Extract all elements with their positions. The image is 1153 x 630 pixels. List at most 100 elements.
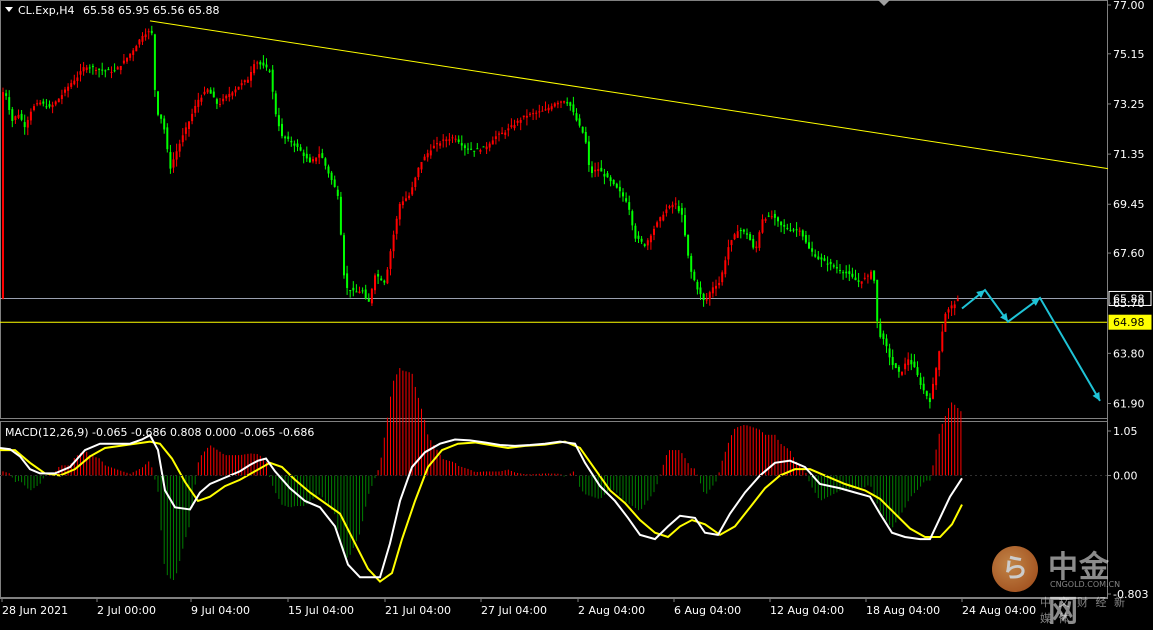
candle-body [119, 66, 122, 71]
candle-body [950, 305, 953, 309]
candle-body [98, 68, 101, 70]
candle-body [680, 208, 683, 215]
candle-body [671, 204, 674, 208]
candle-body [600, 167, 603, 172]
candle-body [820, 257, 823, 260]
candle-body [631, 211, 634, 226]
candle-body [637, 235, 640, 239]
candle-body [910, 360, 913, 365]
candle-body [225, 95, 228, 99]
candle-body [736, 231, 739, 238]
candle-body [591, 166, 593, 173]
candle-body [482, 146, 485, 148]
macd-histogram-layer [2, 368, 962, 580]
candle-body [510, 125, 513, 127]
candle-body [870, 271, 872, 279]
time-tick-label: 28 Jun 2021 [2, 604, 68, 617]
watermark-tagline: 中 文 财 经 新 媒 体 [1040, 596, 1127, 625]
candle-body [752, 238, 755, 248]
marked-level-tag-label: 64.98 [1113, 316, 1145, 329]
candle-body [8, 97, 11, 110]
candle-body [191, 113, 194, 122]
macd-lines-layer [0, 433, 963, 583]
candle-body [70, 83, 73, 87]
candle-body [702, 293, 705, 301]
candle-body [544, 109, 547, 111]
candle-body [516, 120, 519, 123]
candle-body [842, 272, 845, 274]
candle-body [708, 292, 711, 300]
time-tick-label: 9 Jul 04:00 [191, 604, 250, 617]
candle-body [944, 313, 947, 332]
price-tick-label: 75.15 [1113, 48, 1145, 61]
candle-body [253, 64, 256, 74]
candle-body [643, 244, 646, 246]
time-tick-label: 21 Jul 04:00 [385, 604, 451, 617]
candle-body [408, 195, 411, 199]
candle-body [780, 221, 783, 226]
candle-body [129, 53, 132, 58]
candle-body [581, 126, 584, 133]
candle-body [665, 209, 668, 214]
candle-body [742, 229, 745, 232]
candle-body [795, 229, 798, 231]
candle-body [823, 258, 826, 261]
projection-arrows-layer [961, 288, 1101, 402]
candle-body [364, 289, 367, 299]
candle-body [234, 89, 237, 93]
candle-body [777, 217, 779, 222]
candle-body [851, 273, 854, 277]
candle-body [448, 139, 451, 141]
candle-body [783, 224, 786, 227]
candle-body [501, 132, 504, 135]
candle-body [14, 116, 17, 120]
candle-body [848, 271, 851, 274]
price-tick-label: 69.45 [1113, 198, 1145, 211]
candle-body [653, 228, 655, 235]
candle-body [392, 234, 395, 252]
candle-body [67, 86, 70, 91]
candle-body [618, 186, 621, 192]
candle-body [519, 119, 522, 123]
candle-body [640, 238, 643, 242]
candle-body [135, 46, 138, 52]
trendline-layer [149, 20, 1109, 170]
scroll-marker-icon[interactable] [878, 0, 890, 6]
candle-body [54, 101, 57, 105]
candle-body [101, 69, 104, 71]
price-tick-label: 63.80 [1113, 347, 1145, 360]
candle-body [715, 285, 717, 289]
candle-body [302, 152, 305, 157]
price-tick-label: 77.00 [1113, 0, 1145, 12]
horizontal-levels-layer: 65.8864.98 [0, 290, 1152, 330]
candle-body [622, 192, 624, 197]
candle-body [953, 304, 956, 309]
candle-body [26, 120, 29, 128]
candle-body [5, 93, 8, 96]
candle-body [668, 206, 671, 208]
symbol-dropdown-icon[interactable] [5, 7, 13, 12]
watermark: ら 中金网 CNGOLD.COM.CN 中 文 财 经 新 媒 体 [990, 540, 1140, 629]
chart-canvas[interactable]: 65.8864.98 77.00 75.15 73.25 71.35 69.45 67.6… [0, 0, 1153, 620]
candle-body [578, 118, 581, 126]
candle-body [863, 277, 866, 279]
candle-body [188, 121, 190, 130]
candle-body [367, 298, 370, 302]
candle-body [305, 153, 308, 159]
candle-body [597, 169, 600, 172]
candle-body [215, 99, 218, 104]
candle-body [150, 30, 153, 34]
candle-body [358, 291, 361, 293]
candle-body [674, 203, 677, 205]
candle-body [705, 299, 708, 301]
candle-body [711, 287, 714, 294]
candle-body [308, 157, 311, 163]
candle-body [315, 157, 318, 162]
candle-body [398, 204, 401, 220]
candle-body [463, 145, 466, 149]
candle-body [445, 139, 448, 142]
candle-body [560, 101, 562, 103]
candle-body [553, 103, 556, 107]
candle-body [649, 235, 652, 243]
candle-body [57, 98, 60, 103]
